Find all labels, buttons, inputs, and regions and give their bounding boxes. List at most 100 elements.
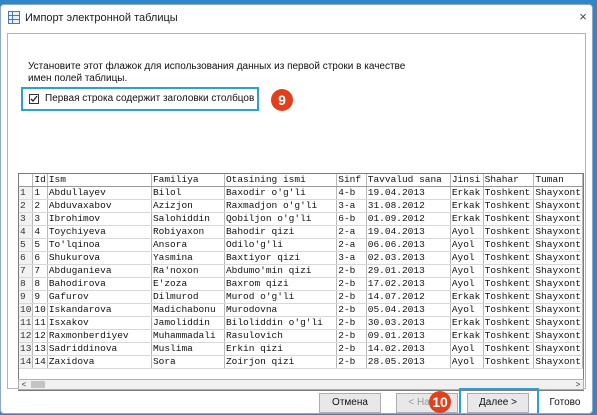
table-row: 8 8 Bahodirova E'zoza Baxrom qizi 2-b 17.02.20… [19,277,583,291]
table-cell: Shayxont [533,303,583,317]
table-cell: 11 [32,316,48,330]
column-header[interactable]: Shahar [483,174,535,187]
table-cell: 14 [32,355,48,369]
table-cell: 2-b [336,264,367,278]
step-9-badge: 9 [271,89,293,111]
table-cell: Ibrohimov [47,212,152,226]
table-cell: Abdullayev [47,186,152,200]
table-cell: Muhammadali [151,329,225,343]
column-header[interactable]: Familiya [151,174,225,187]
close-button[interactable]: × [576,8,590,26]
table-cell: Iskandarova [47,303,152,317]
table-cell: Jamoliddin [151,316,225,330]
scroll-right-arrow[interactable]: > [573,380,583,389]
table-cell: Bilol [151,186,225,200]
table-cell: Toshkent [483,238,535,252]
table-cell: Baxrom qizi [224,277,338,291]
table-cell: Robiyaxon [151,225,225,239]
row-number: 6 [19,251,34,265]
table-cell: Qobiljon o'g'li [224,212,338,226]
table-cell: 31.08.2012 [366,199,451,213]
table-cell: Rasulovich [224,329,338,343]
table-cell: 14.07.2012 [366,290,451,304]
row-number: 7 [19,264,34,278]
table-cell: 30.03.2013 [366,316,451,330]
table-cell: Madichabonu [151,303,225,317]
table-cell: 2 [32,199,48,213]
cancel-button[interactable]: Отмена [319,393,381,413]
window-title: Импорт электронной таблицы [25,12,178,24]
table-cell: Shayxont [533,355,583,369]
table-cell: 6-b [336,212,367,226]
column-header[interactable]: Sinf [336,174,367,187]
table-cell: 13 [32,342,48,356]
table-cell: Muslima [151,342,225,356]
table-cell: 2-a [336,238,367,252]
table-cell: Baxodir o'g'li [224,186,338,200]
table-cell: Isxakov [47,316,152,330]
table-cell: 19.04.2013 [366,186,451,200]
table-cell: 10 [32,303,48,317]
table-cell: 8 [32,277,48,291]
table-cell: Odilo'g'li [224,238,338,252]
table-cell: Shayxont [533,290,583,304]
table-row: 6 6 Shukurova Yasmina Baxtiyor qizi 3-a 02.03.… [19,251,583,265]
column-header[interactable]: Otasining ismi [224,174,338,187]
table-cell: 28.05.2013 [366,355,451,369]
table-cell: Shayxont [533,316,583,330]
table-cell: Sadriddinova [47,342,152,356]
table-cell: Shayxont [533,199,583,213]
table-cell: Shayxont [533,251,583,265]
scroll-thumb[interactable] [31,381,45,388]
column-header[interactable]: Tavvalud sana [366,174,451,187]
data-preview-grid[interactable]: Id Ism Familiya Otasining ismi Sinf Tavvalud … [18,173,584,391]
table-cell: 06.06.2013 [366,238,451,252]
row-number: 11 [19,316,34,330]
table-cell: Toshkent [483,303,535,317]
table-cell: Toshkent [483,355,535,369]
table-cell: 29.01.2013 [366,264,451,278]
table-cell: 3-a [336,251,367,265]
table-cell: Raxmadjon o'g'li [224,199,338,213]
table-cell: 5 [32,238,48,252]
table-cell: Ansora [151,238,225,252]
spreadsheet-icon [8,11,20,24]
column-header[interactable]: Ism [47,174,152,187]
table-cell: Ayol [450,238,484,252]
table-cell: Toshkent [483,277,535,291]
column-header[interactable]: Tuman [533,174,583,187]
row-number: 12 [19,329,34,343]
table-cell: Ayol [450,355,484,369]
table-cell: Toshkent [483,316,535,330]
table-cell: To'lqinoa [47,238,152,252]
scroll-left-arrow[interactable]: < [19,380,29,389]
table-cell: Ra'noxon [151,264,225,278]
table-cell: Shayxont [533,329,583,343]
row-number: 13 [19,342,34,356]
table-cell: 1 [32,186,48,200]
column-header[interactable]: Jinsi [450,174,484,187]
table-cell: 3-a [336,199,367,213]
table-cell: Shayxont [533,264,583,278]
column-header[interactable]: Id [32,174,48,187]
table-cell: Baxtiyor qizi [224,251,338,265]
table-cell: Murodovna [224,303,338,317]
table-cell: 2-b [336,355,367,369]
table-row: 5 5 To'lqinoa Ansora Odilo'g'li 2-a 06.06.2013… [19,238,583,252]
table-cell: Erkin qizi [224,342,338,356]
table-cell: 2-b [336,303,367,317]
table-cell: Zaxidova [47,355,152,369]
table-cell: Abduvaxabov [47,199,152,213]
table-cell: 12 [32,329,48,343]
table-cell: Shayxont [533,277,583,291]
table-cell: 4-b [336,186,367,200]
table-row: 1 1 Abdullayev Bilol Baxodir o'g'li 4-b 19.04.… [19,186,583,200]
table-cell: Ayol [450,303,484,317]
table-cell: Toshkent [483,186,535,200]
finish-button[interactable]: Готово [539,393,591,413]
table-row: 2 2 Abduvaxabov Azizjon Raxmadjon o'g'li 3-a 3… [19,199,583,213]
table-cell: Toshkent [483,264,535,278]
row-number: 2 [19,199,34,213]
table-row: 3 3 Ibrohimov Salohiddin Qobiljon o'g'li 6-b 0… [19,212,583,226]
table-cell: 6 [32,251,48,265]
